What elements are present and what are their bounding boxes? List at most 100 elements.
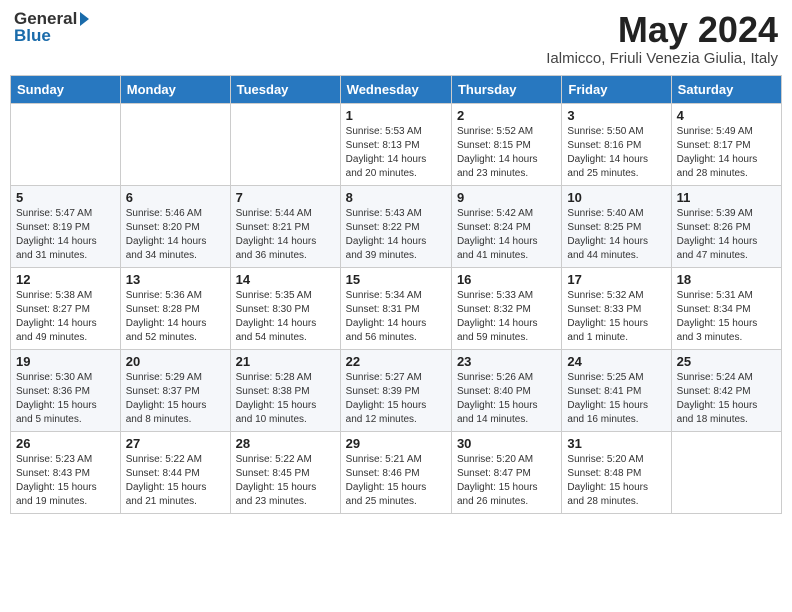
- calendar-cell: 6Sunrise: 5:46 AM Sunset: 8:20 PM Daylig…: [120, 185, 230, 267]
- day-number: 23: [457, 354, 556, 369]
- day-number: 19: [16, 354, 115, 369]
- calendar-cell: 13Sunrise: 5:36 AM Sunset: 8:28 PM Dayli…: [120, 267, 230, 349]
- calendar-cell: 29 Sunrise: 5:21 AM Sunset: 8:46 PM Dayli…: [340, 431, 451, 513]
- day-info: Sunrise: 5:49 AM Sunset: 8:17 PM Dayligh…: [677, 125, 776, 181]
- day-info: Sunrise: 5:53 AM Sunset: 8:13 PM Dayligh…: [346, 125, 446, 181]
- calendar-cell: 28 Sunrise: 5:22 AM Sunset: 8:45 PM Dayli…: [230, 431, 340, 513]
- col-header-saturday: Saturday: [671, 75, 781, 103]
- day-info: Sunrise: 5:30 AM Sunset: 8:36 PM Dayligh…: [16, 371, 115, 427]
- day-number: 11: [677, 190, 776, 205]
- logo-blue: Blue: [14, 27, 89, 44]
- calendar-table: SundayMondayTuesdayWednesdayThursdayFrid…: [10, 75, 782, 514]
- calendar-cell: 20Sunrise: 5:29 AM Sunset: 8:37 PM Dayli…: [120, 349, 230, 431]
- day-info: Sunrise: 5:39 AM Sunset: 8:26 PM Dayligh…: [677, 207, 776, 263]
- day-info: Sunrise: 5:34 AM Sunset: 8:31 PM Dayligh…: [346, 289, 446, 345]
- calendar-week-5: 26 Sunrise: 5:23 AM Sunset: 8:43 PM Dayli…: [11, 431, 782, 513]
- calendar-cell: 26 Sunrise: 5:23 AM Sunset: 8:43 PM Dayli…: [11, 431, 121, 513]
- day-info: Sunrise: 5:43 AM Sunset: 8:22 PM Dayligh…: [346, 207, 446, 263]
- day-number: 12: [16, 272, 115, 287]
- day-number: 22: [346, 354, 446, 369]
- day-info: Sunrise: 5:26 AM Sunset: 8:40 PM Dayligh…: [457, 371, 556, 427]
- calendar-cell: 5 Sunrise: 5:47 AM Sunset: 8:19 PM Daylig…: [11, 185, 121, 267]
- day-number: 17: [567, 272, 665, 287]
- day-info: Sunrise: 5:47 AM Sunset: 8:19 PM Dayligh…: [16, 207, 115, 263]
- day-info: Sunrise: 5:20 AM Sunset: 8:47 PM Dayligh…: [457, 453, 556, 509]
- col-header-thursday: Thursday: [451, 75, 561, 103]
- title-area: May 2024 Ialmicco, Friuli Venezia Giulia…: [546, 10, 778, 67]
- day-number: 10: [567, 190, 665, 205]
- calendar-cell: [671, 431, 781, 513]
- day-info: Sunrise: 5:25 AM Sunset: 8:41 PM Dayligh…: [567, 371, 665, 427]
- day-number: 16: [457, 272, 556, 287]
- col-header-friday: Friday: [562, 75, 671, 103]
- page-header: General Blue May 2024 Ialmicco, Friuli V…: [10, 10, 782, 67]
- day-number: 24: [567, 354, 665, 369]
- day-number: 18: [677, 272, 776, 287]
- month-title: May 2024: [546, 10, 778, 50]
- calendar-cell: 30 Sunrise: 5:20 AM Sunset: 8:47 PM Dayli…: [451, 431, 561, 513]
- col-header-sunday: Sunday: [11, 75, 121, 103]
- day-number: 9: [457, 190, 556, 205]
- calendar-cell: 11 Sunrise: 5:39 AM Sunset: 8:26 PM Dayli…: [671, 185, 781, 267]
- day-info: Sunrise: 5:20 AM Sunset: 8:48 PM Dayligh…: [567, 453, 665, 509]
- day-number: 1: [346, 108, 446, 123]
- calendar-cell: 18 Sunrise: 5:31 AM Sunset: 8:34 PM Dayli…: [671, 267, 781, 349]
- day-info: Sunrise: 5:32 AM Sunset: 8:33 PM Dayligh…: [567, 289, 665, 345]
- col-header-tuesday: Tuesday: [230, 75, 340, 103]
- calendar-cell: 1 Sunrise: 5:53 AM Sunset: 8:13 PM Daylig…: [340, 103, 451, 185]
- day-info: Sunrise: 5:33 AM Sunset: 8:32 PM Dayligh…: [457, 289, 556, 345]
- calendar-cell: 2 Sunrise: 5:52 AM Sunset: 8:15 PM Daylig…: [451, 103, 561, 185]
- calendar-cell: 21Sunrise: 5:28 AM Sunset: 8:38 PM Dayli…: [230, 349, 340, 431]
- location-subtitle: Ialmicco, Friuli Venezia Giulia, Italy: [546, 50, 778, 67]
- day-number: 5: [16, 190, 115, 205]
- calendar-cell: [230, 103, 340, 185]
- day-info: Sunrise: 5:29 AM Sunset: 8:37 PM Dayligh…: [126, 371, 225, 427]
- day-info: Sunrise: 5:21 AM Sunset: 8:46 PM Dayligh…: [346, 453, 446, 509]
- day-info: Sunrise: 5:23 AM Sunset: 8:43 PM Dayligh…: [16, 453, 115, 509]
- day-info: Sunrise: 5:36 AM Sunset: 8:28 PM Dayligh…: [126, 289, 225, 345]
- day-number: 8: [346, 190, 446, 205]
- calendar-cell: 25 Sunrise: 5:24 AM Sunset: 8:42 PM Dayli…: [671, 349, 781, 431]
- day-number: 14: [236, 272, 335, 287]
- calendar-cell: 14 Sunrise: 5:35 AM Sunset: 8:30 PM Dayli…: [230, 267, 340, 349]
- calendar-week-3: 12Sunrise: 5:38 AM Sunset: 8:27 PM Dayli…: [11, 267, 782, 349]
- calendar-cell: 22Sunrise: 5:27 AM Sunset: 8:39 PM Dayli…: [340, 349, 451, 431]
- calendar-cell: 7Sunrise: 5:44 AM Sunset: 8:21 PM Daylig…: [230, 185, 340, 267]
- calendar-week-4: 19 Sunrise: 5:30 AM Sunset: 8:36 PM Dayli…: [11, 349, 782, 431]
- day-number: 26: [16, 436, 115, 451]
- day-number: 30: [457, 436, 556, 451]
- calendar-cell: [11, 103, 121, 185]
- day-info: Sunrise: 5:24 AM Sunset: 8:42 PM Dayligh…: [677, 371, 776, 427]
- day-number: 15: [346, 272, 446, 287]
- day-number: 4: [677, 108, 776, 123]
- col-header-wednesday: Wednesday: [340, 75, 451, 103]
- day-number: 27: [126, 436, 225, 451]
- day-number: 2: [457, 108, 556, 123]
- day-info: Sunrise: 5:50 AM Sunset: 8:16 PM Dayligh…: [567, 125, 665, 181]
- calendar-week-2: 5 Sunrise: 5:47 AM Sunset: 8:19 PM Daylig…: [11, 185, 782, 267]
- day-number: 6: [126, 190, 225, 205]
- day-info: Sunrise: 5:31 AM Sunset: 8:34 PM Dayligh…: [677, 289, 776, 345]
- day-number: 29: [346, 436, 446, 451]
- day-info: Sunrise: 5:22 AM Sunset: 8:45 PM Dayligh…: [236, 453, 335, 509]
- calendar-cell: 24 Sunrise: 5:25 AM Sunset: 8:41 PM Dayli…: [562, 349, 671, 431]
- day-number: 7: [236, 190, 335, 205]
- day-info: Sunrise: 5:52 AM Sunset: 8:15 PM Dayligh…: [457, 125, 556, 181]
- calendar-cell: 23 Sunrise: 5:26 AM Sunset: 8:40 PM Dayli…: [451, 349, 561, 431]
- day-number: 31: [567, 436, 665, 451]
- day-info: Sunrise: 5:35 AM Sunset: 8:30 PM Dayligh…: [236, 289, 335, 345]
- day-number: 28: [236, 436, 335, 451]
- day-info: Sunrise: 5:40 AM Sunset: 8:25 PM Dayligh…: [567, 207, 665, 263]
- calendar-cell: 8 Sunrise: 5:43 AM Sunset: 8:22 PM Daylig…: [340, 185, 451, 267]
- calendar-cell: 27 Sunrise: 5:22 AM Sunset: 8:44 PM Dayli…: [120, 431, 230, 513]
- day-info: Sunrise: 5:22 AM Sunset: 8:44 PM Dayligh…: [126, 453, 225, 509]
- calendar-cell: 15 Sunrise: 5:34 AM Sunset: 8:31 PM Dayli…: [340, 267, 451, 349]
- day-info: Sunrise: 5:42 AM Sunset: 8:24 PM Dayligh…: [457, 207, 556, 263]
- calendar-cell: 4 Sunrise: 5:49 AM Sunset: 8:17 PM Daylig…: [671, 103, 781, 185]
- calendar-cell: 17 Sunrise: 5:32 AM Sunset: 8:33 PM Dayli…: [562, 267, 671, 349]
- logo: General Blue: [14, 10, 89, 44]
- day-number: 25: [677, 354, 776, 369]
- calendar-cell: 3Sunrise: 5:50 AM Sunset: 8:16 PM Daylig…: [562, 103, 671, 185]
- day-info: Sunrise: 5:28 AM Sunset: 8:38 PM Dayligh…: [236, 371, 335, 427]
- calendar-cell: 31 Sunrise: 5:20 AM Sunset: 8:48 PM Dayli…: [562, 431, 671, 513]
